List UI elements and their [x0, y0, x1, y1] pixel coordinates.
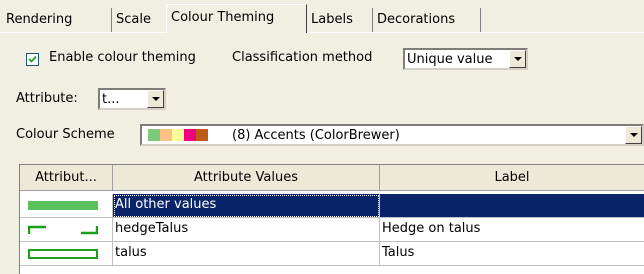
outline-symbol-icon	[28, 249, 98, 259]
attribute-value-cell[interactable]: hedgeTalus	[113, 218, 380, 242]
classification-method-select[interactable]: Unique value	[403, 48, 528, 70]
swatch	[184, 129, 196, 141]
tab-label: Labels	[311, 12, 353, 27]
dashed-outline-symbol-icon	[28, 225, 98, 235]
colour-scheme-value: (8) Accents (ColorBrewer)	[232, 128, 400, 143]
symbol-cell[interactable]	[20, 218, 113, 242]
swatch	[172, 129, 184, 141]
label-cell[interactable]: Talus	[380, 242, 644, 266]
attribute-select[interactable]: t...	[98, 88, 166, 110]
enable-colour-theming-checkbox[interactable]	[26, 53, 39, 66]
tab-label: Scale	[116, 12, 151, 27]
column-header-symbol[interactable]: Attribut...	[20, 165, 113, 191]
tab-label: Rendering	[6, 12, 73, 27]
tab-labels[interactable]: Labels	[307, 8, 373, 32]
attribute-value: t...	[102, 92, 120, 107]
column-header-attribute-values[interactable]: Attribute Values	[113, 165, 380, 191]
tab-scale[interactable]: Scale	[112, 8, 168, 32]
attribute-value-cell[interactable]: All other values	[113, 194, 380, 218]
tab-colour-theming[interactable]: Colour Theming	[166, 4, 307, 33]
classification-method-label: Classification method	[232, 50, 373, 65]
column-header-label[interactable]: Label	[380, 165, 644, 191]
swatch	[196, 129, 208, 141]
checkmark-icon	[28, 55, 37, 63]
swatch	[148, 129, 160, 141]
label-cell[interactable]	[380, 194, 644, 218]
tab-divider	[0, 32, 644, 33]
enable-colour-theming-label: Enable colour theming	[49, 50, 196, 65]
tab-strip: Rendering Scale Colour Theming Labels De…	[0, 0, 644, 33]
chevron-down-icon[interactable]	[509, 50, 526, 68]
tab-decorations[interactable]: Decorations	[373, 8, 481, 32]
colour-scheme-swatches	[148, 129, 208, 141]
swatch	[160, 129, 172, 141]
theme-table: Attribut... Attribute Values Label All o…	[19, 164, 644, 274]
attribute-value-cell[interactable]: talus	[113, 242, 380, 266]
tab-label: Decorations	[377, 12, 456, 27]
classification-method-value: Unique value	[407, 52, 493, 67]
chevron-down-icon[interactable]	[147, 90, 164, 108]
tab-label: Colour Theming	[171, 10, 275, 25]
colour-scheme-select[interactable]: (8) Accents (ColorBrewer)	[140, 124, 644, 146]
attribute-label: Attribute:	[16, 91, 78, 106]
symbol-cell[interactable]	[20, 194, 113, 218]
chevron-down-icon[interactable]	[625, 126, 642, 144]
symbol-cell[interactable]	[20, 242, 113, 266]
label-cell[interactable]: Hedge on talus	[380, 218, 644, 242]
colour-scheme-label: Colour Scheme	[16, 127, 115, 142]
solid-fill-symbol-icon	[28, 201, 98, 210]
tab-rendering[interactable]: Rendering	[2, 8, 112, 32]
